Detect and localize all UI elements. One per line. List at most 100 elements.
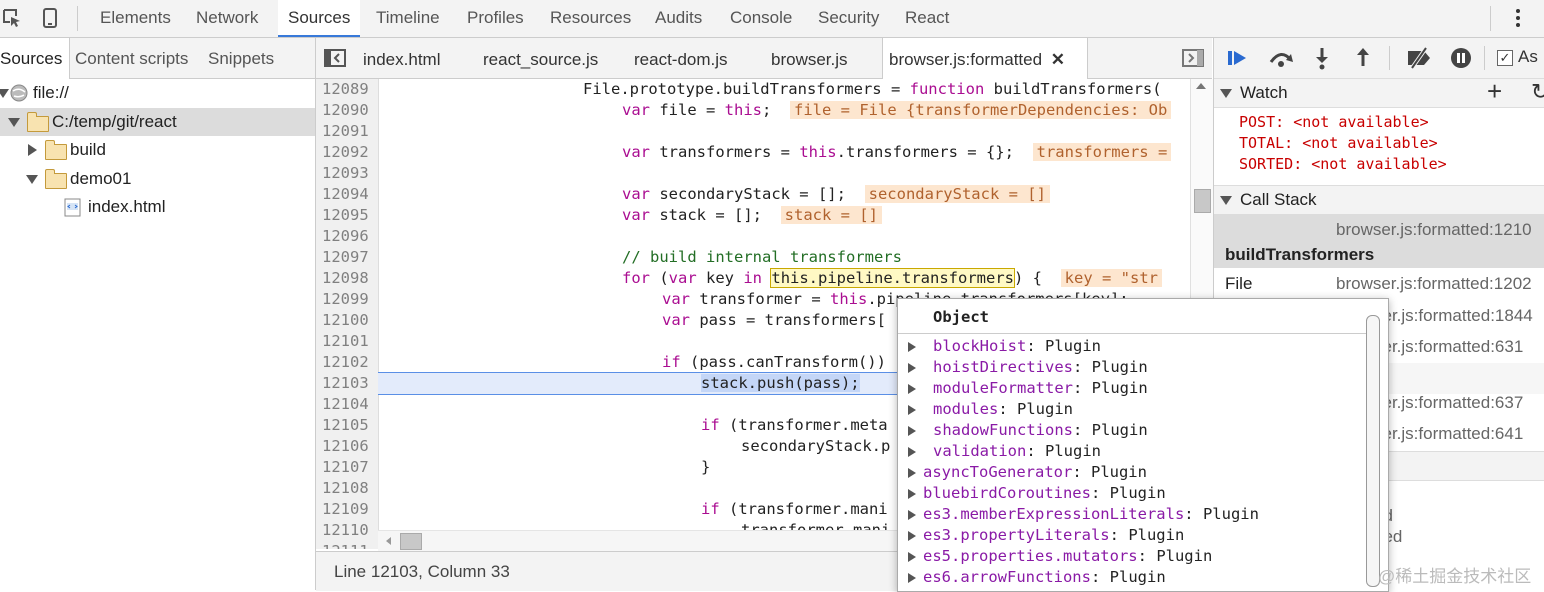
expand-arrow-icon[interactable] xyxy=(26,175,38,184)
resume-icon[interactable] xyxy=(1226,48,1250,68)
line-number[interactable]: 12111 xyxy=(322,541,372,549)
expand-arrow-icon xyxy=(908,531,916,541)
line-number[interactable]: 12103 xyxy=(322,373,372,394)
nav-tab-snippets[interactable]: Snippets xyxy=(208,38,274,78)
line-number[interactable]: 12089 xyxy=(322,79,372,100)
editor-tab-browser-js[interactable]: browser.js xyxy=(771,38,848,78)
inspect-element-icon[interactable] xyxy=(2,8,22,28)
line-number[interactable]: 12095 xyxy=(322,205,372,226)
object-property[interactable]: asyncToGenerator: Plugin xyxy=(908,462,1147,483)
object-property[interactable]: es6.arrowFunctions: Plugin xyxy=(908,567,1166,588)
line-number[interactable]: 12109 xyxy=(322,499,372,520)
step-into-icon[interactable] xyxy=(1313,46,1331,70)
line-number[interactable]: 12094 xyxy=(322,184,372,205)
line-number[interactable]: 12093 xyxy=(322,163,372,184)
toggle-debugger-icon[interactable] xyxy=(1182,49,1204,67)
line-number[interactable]: 12106 xyxy=(322,436,372,457)
line-number[interactable]: 12100 xyxy=(322,310,372,331)
tab-elements[interactable]: Elements xyxy=(90,0,181,37)
scroll-thumb[interactable] xyxy=(1194,189,1211,213)
editor-tab-label: browser.js:formatted xyxy=(889,50,1043,69)
scroll-up-icon[interactable] xyxy=(1196,83,1206,89)
scroll-thumb[interactable] xyxy=(400,533,422,550)
frame-location: browser.js:formatted:1202 xyxy=(1336,274,1532,293)
inline-value: stack = [] xyxy=(780,206,882,224)
popover-scrollbar[interactable] xyxy=(1366,315,1380,587)
object-property[interactable]: es3.memberExpressionLiterals: Plugin xyxy=(908,504,1259,525)
step-out-icon[interactable] xyxy=(1354,46,1372,70)
expand-arrow-icon[interactable] xyxy=(1220,196,1232,205)
hovered-expression[interactable]: this.pipeline.transformers xyxy=(770,268,1015,288)
tab-sources[interactable]: Sources xyxy=(278,0,361,37)
device-mode-icon[interactable] xyxy=(40,8,60,28)
more-menu-icon[interactable] xyxy=(1508,8,1528,28)
line-number[interactable]: 12090 xyxy=(322,100,372,121)
tree-item-index-html[interactable]: index.html xyxy=(0,193,315,221)
object-property[interactable]: es3.propertyLiterals: Plugin xyxy=(908,525,1184,546)
line-number[interactable]: 12096 xyxy=(322,226,372,247)
object-property[interactable]: es5.properties.mutators: Plugin xyxy=(908,546,1212,567)
collapse-arrow-icon[interactable] xyxy=(28,144,37,156)
call-stack-frame[interactable]: File browser.js:formatted:1202 xyxy=(1214,268,1544,299)
line-number[interactable]: 12105 xyxy=(322,415,372,436)
line-number[interactable]: 12110 xyxy=(322,520,372,541)
call-stack-frame-selected[interactable]: browser.js:formatted:1210 buildTransform… xyxy=(1214,214,1544,268)
step-over-icon[interactable] xyxy=(1267,48,1295,68)
tab-network[interactable]: Network xyxy=(186,0,268,37)
line-number[interactable]: 12097 xyxy=(322,247,372,268)
tab-react[interactable]: React xyxy=(895,0,959,37)
toggle-navigator-icon[interactable] xyxy=(324,49,346,67)
editor-tab-react-source[interactable]: react_source.js xyxy=(483,38,598,78)
tab-audits[interactable]: Audits xyxy=(645,0,712,37)
watch-expression[interactable]: TOTAL: <not available> xyxy=(1239,134,1438,152)
tree-item-demo01-folder[interactable]: demo01 xyxy=(0,165,315,193)
line-number[interactable]: 12104 xyxy=(322,394,372,415)
expand-arrow-icon[interactable] xyxy=(1220,89,1232,98)
deactivate-breakpoints-icon[interactable] xyxy=(1404,47,1434,69)
object-property[interactable]: bluebirdCoroutines: Plugin xyxy=(908,483,1166,504)
object-property[interactable]: blockHoist: Plugin xyxy=(908,336,1101,357)
nav-tab-content-scripts[interactable]: Content scripts xyxy=(75,38,188,78)
object-property[interactable]: hoistDirectives: Plugin xyxy=(908,357,1148,378)
scroll-left-icon[interactable] xyxy=(386,537,391,545)
add-watch-icon[interactable]: + xyxy=(1487,77,1502,105)
editor-tab-index-html[interactable]: index.html xyxy=(363,38,440,78)
nav-tab-sources[interactable]: Sources xyxy=(0,38,71,79)
frame-location: ser.js:formatted:637 xyxy=(1374,393,1524,412)
refresh-icon[interactable]: ↻ xyxy=(1531,78,1544,106)
object-preview-popover[interactable]: Object blockHoist: Plugin hoistDirective… xyxy=(897,298,1389,592)
close-tab-icon[interactable]: ✕ xyxy=(1051,50,1065,69)
tree-item-react-folder[interactable]: C:/temp/git/react xyxy=(0,108,315,136)
object-property[interactable]: shadowFunctions: Plugin xyxy=(908,420,1148,441)
tab-security[interactable]: Security xyxy=(808,0,889,37)
tree-item-build-folder[interactable]: build xyxy=(0,136,315,164)
tab-resources[interactable]: Resources xyxy=(540,0,641,37)
tab-console[interactable]: Console xyxy=(720,0,802,37)
call-stack-section-header[interactable]: Call Stack xyxy=(1214,185,1544,215)
editor-tab-react-dom[interactable]: react-dom.js xyxy=(634,38,728,78)
line-number[interactable]: 12098 xyxy=(322,268,372,289)
object-property[interactable]: moduleFormatter: Plugin xyxy=(908,378,1148,399)
watch-expression[interactable]: POST: <not available> xyxy=(1239,113,1429,131)
expand-arrow-icon[interactable] xyxy=(8,118,20,127)
line-number[interactable]: 12091 xyxy=(322,121,372,142)
line-number[interactable]: 12102 xyxy=(322,352,372,373)
line-number[interactable]: 12108 xyxy=(322,478,372,499)
tab-timeline[interactable]: Timeline xyxy=(366,0,450,37)
tab-profiles[interactable]: Profiles xyxy=(457,0,534,37)
pause-on-exceptions-icon[interactable] xyxy=(1450,47,1472,69)
line-number-gutter[interactable]: 12089 12090 12091 12092 12093 12094 1209… xyxy=(316,79,379,549)
tree-item-file-root[interactable]: file:// xyxy=(0,79,315,107)
editor-tab-browser-formatted[interactable]: browser.js:formatted ✕ xyxy=(882,38,1088,79)
watch-expression[interactable]: SORTED: <not available> xyxy=(1239,155,1447,173)
main-toolbar: Elements Network Sources Timeline Profil… xyxy=(0,0,1544,38)
line-number[interactable]: 12107 xyxy=(322,457,372,478)
object-property[interactable]: validation: Plugin xyxy=(908,441,1101,462)
object-property[interactable]: modules: Plugin xyxy=(908,399,1073,420)
line-number[interactable]: 12101 xyxy=(322,331,372,352)
line-number[interactable]: 12092 xyxy=(322,142,372,163)
expand-arrow-icon[interactable] xyxy=(0,89,9,98)
async-checkbox[interactable]: ✓ xyxy=(1497,50,1513,66)
watch-section-header[interactable]: Watch + ↻ xyxy=(1214,77,1544,108)
line-number[interactable]: 12099 xyxy=(322,289,372,310)
